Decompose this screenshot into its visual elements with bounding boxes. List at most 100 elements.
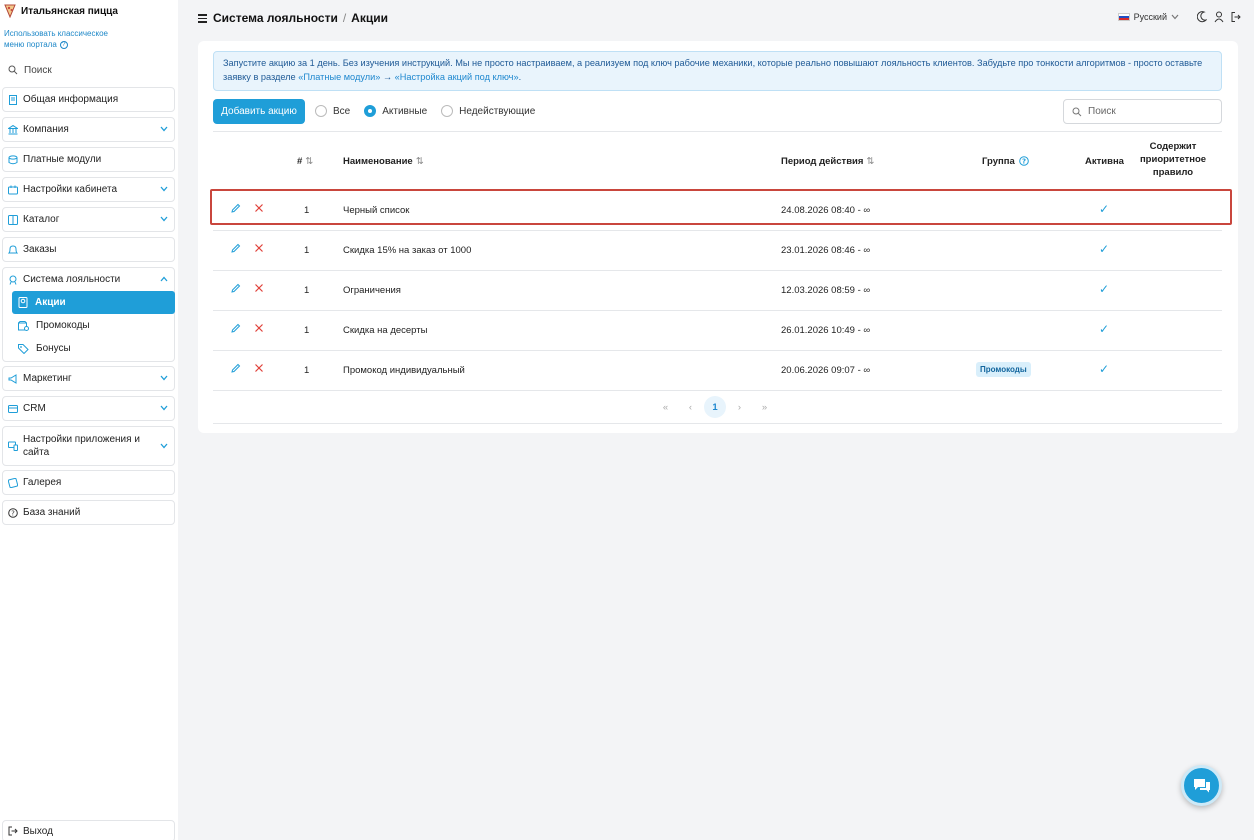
header-period[interactable]: Период действия ⇅ (781, 156, 874, 167)
header-group: Группа? (982, 156, 1029, 167)
row-name: Промокод индивидуальный (343, 365, 465, 376)
brand[interactable]: Итальянская пицца (4, 4, 118, 18)
check-icon: ✓ (1099, 282, 1110, 296)
search-icon (8, 65, 18, 75)
sidebar-item-marketing[interactable]: Маркетинг (2, 366, 175, 391)
pencil-icon[interactable] (230, 243, 241, 254)
breadcrumb-loyalty[interactable]: Система лояльности (213, 11, 338, 25)
filter-all[interactable]: Все (315, 105, 350, 117)
table-search-input[interactable]: Поиск (1063, 99, 1222, 124)
sidebar-item-loyalty[interactable]: Система лояльности (8, 274, 120, 285)
chevron-down-icon (160, 216, 168, 222)
check-icon: ✓ (1099, 362, 1110, 376)
pagination-prev[interactable]: ‹ (678, 396, 703, 418)
sidebar-item-orders[interactable]: Заказы (2, 237, 175, 262)
row-num: 1 (304, 365, 310, 376)
pencil-icon[interactable] (230, 283, 241, 294)
pagination-last[interactable]: » (752, 396, 777, 418)
header-num-label: # (297, 156, 303, 167)
user-icon[interactable] (1214, 11, 1224, 23)
filter-inactive[interactable]: Недействующие (441, 105, 535, 117)
language-label: Русский (1133, 12, 1167, 22)
language-selector[interactable]: Русский (1117, 12, 1179, 22)
sidebar-item-crm[interactable]: CRM (2, 396, 175, 421)
turnkey-setup-link[interactable]: «Настройка акций под ключ» (395, 72, 519, 82)
header-name[interactable]: Наименование ⇅ (343, 156, 424, 167)
sidebar-item-label: База знаний (23, 507, 81, 518)
row-period: 12.03.2026 08:59 - ∞ (781, 285, 871, 296)
row-period: 26.01.2026 10:49 - ∞ (781, 325, 871, 336)
chevron-up-icon[interactable] (160, 276, 168, 282)
sidebar-item-gallery[interactable]: Галерея (2, 470, 175, 495)
sidebar-subitem-promocodes[interactable]: Промокоды (12, 314, 175, 337)
paid-modules-link[interactable]: «Платные модули» (298, 72, 380, 82)
close-icon[interactable] (254, 243, 264, 253)
catalog-icon (8, 214, 18, 225)
header-num[interactable]: # ⇅ (297, 156, 313, 167)
header-group-label: Группа (982, 156, 1015, 167)
sidebar-item-paid-modules[interactable]: Платные модули (2, 147, 175, 172)
sidebar-subitem-bonuses[interactable]: Бонусы (12, 337, 175, 360)
logout-icon[interactable] (1231, 11, 1241, 23)
moon-icon[interactable] (1197, 11, 1207, 23)
gallery-icon (8, 477, 18, 488)
help-icon[interactable]: ? (1018, 156, 1029, 167)
divider (213, 423, 1222, 424)
row-highlight (210, 189, 1232, 225)
sidebar-item-knowledge-base[interactable]: ? База знаний (2, 500, 175, 525)
header-priority: Содержит приоритетное правило (1139, 141, 1207, 178)
promo-icon (18, 320, 29, 331)
table-row: 1 Скидка 15% на заказ от 1000 23.01.2026… (213, 231, 1222, 271)
sidebar-subitem-label: Промокоды (36, 320, 90, 331)
row-num: 1 (304, 245, 310, 256)
chevron-down-icon (160, 443, 168, 449)
search-icon (1072, 107, 1082, 116)
close-icon[interactable] (254, 283, 264, 293)
sidebar-item-company[interactable]: Компания (2, 117, 175, 142)
help-icon[interactable]: ? (59, 40, 68, 49)
row-name: Скидка 15% на заказ от 1000 (343, 245, 472, 256)
logout-button[interactable]: Выход (2, 820, 175, 840)
header-active: Активна (1085, 156, 1124, 167)
question-circle-icon: ? (8, 507, 18, 518)
chat-button[interactable] (1181, 765, 1222, 806)
pagination-first[interactable]: « (653, 396, 678, 418)
close-icon[interactable] (254, 363, 264, 373)
row-name: Скидка на десерты (343, 325, 428, 336)
sidebar-item-general[interactable]: Общая информация (2, 87, 175, 112)
pagination: « ‹ 1 › » (653, 396, 777, 418)
sidebar-subitem-actions[interactable]: Акции (12, 291, 175, 314)
sidebar-item-catalog[interactable]: Каталог (2, 207, 175, 232)
sidebar-item-label: CRM (23, 403, 46, 414)
chevron-down-icon (160, 126, 168, 132)
sidebar-item-label: Галерея (23, 477, 62, 488)
classic-menu-text: Использовать классическое меню портала (4, 29, 108, 49)
sidebar-item-app-settings[interactable]: Настройки приложения и сайта (2, 426, 175, 466)
add-action-button[interactable]: Добавить акцию (213, 99, 305, 124)
notice-end: . (518, 71, 522, 82)
pagination-next[interactable]: › (727, 396, 752, 418)
chevron-down-icon (160, 186, 168, 192)
filter-active[interactable]: Активные (364, 105, 427, 117)
pencil-icon[interactable] (230, 363, 241, 374)
pencil-icon[interactable] (230, 323, 241, 334)
sidebar-item-label: Настройки приложения и сайта (23, 434, 140, 458)
topbar: Система лояльности / Акции Русский (198, 8, 1243, 30)
close-icon[interactable] (254, 323, 264, 333)
group-badge-label: Промокоды (976, 362, 1031, 377)
sidebar-search[interactable]: Поиск (2, 58, 176, 82)
sort-icon: ⇅ (415, 156, 424, 167)
menu-toggle-icon[interactable] (198, 14, 207, 25)
megaphone-icon (8, 373, 17, 384)
sidebar-item-cabinet-settings[interactable]: Настройки кабинета (2, 177, 175, 202)
pagination-current[interactable]: 1 (704, 396, 726, 418)
table-row: 1 Ограничения 12.03.2026 08:59 - ∞ ✓ (213, 271, 1222, 311)
classic-menu-link[interactable]: Использовать классическое меню портала? (4, 28, 124, 50)
breadcrumb-separator: / (342, 11, 347, 25)
chevron-down-icon (1171, 14, 1179, 20)
sidebar-item-label: Каталог (23, 214, 60, 225)
row-period: 23.01.2026 08:46 - ∞ (781, 245, 871, 256)
svg-text:?: ? (1022, 158, 1026, 166)
sidebar-item-label: Общая информация (23, 94, 119, 105)
sidebar-item-label: Система лояльности (23, 274, 121, 285)
